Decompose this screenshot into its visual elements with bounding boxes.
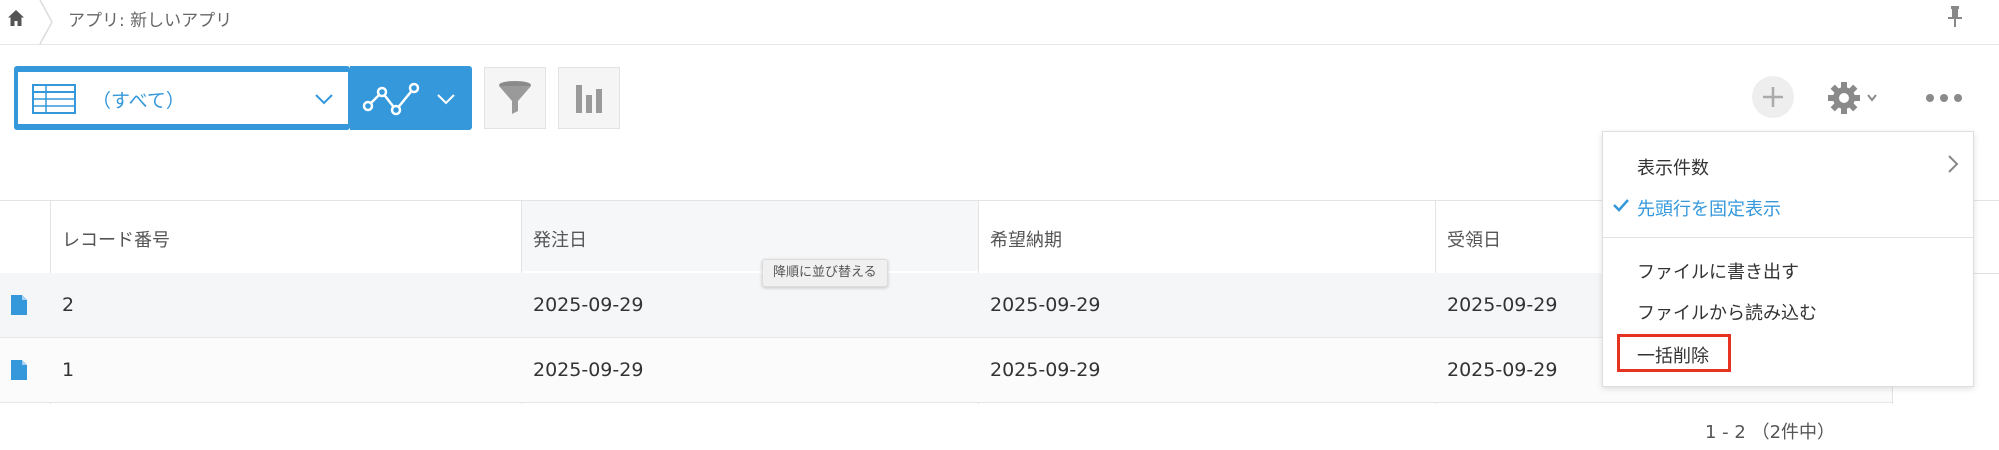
filter-icon [499, 81, 531, 114]
filter-button[interactable] [484, 67, 546, 129]
options-menu: 表示件数 先頭行を固定表示 ファイルに書き出す ファイルから読み込む 一括削除 [1602, 131, 1974, 387]
check-icon [1613, 199, 1629, 212]
pagination-text: 1 - 2 （2件中） [1705, 422, 1836, 443]
header-record-no[interactable]: レコード番号 [62, 226, 170, 252]
highlight-box [1617, 334, 1731, 372]
home-button[interactable] [0, 0, 32, 36]
breadcrumb-separator [39, 0, 53, 44]
pin-icon[interactable] [1944, 4, 1966, 28]
menu-divider [1603, 237, 1973, 238]
chevron-right-icon [1948, 155, 1959, 173]
cell-order-date: 2025-09-29 [533, 294, 644, 316]
more-icon[interactable] [1922, 86, 1966, 110]
sort-tooltip: 降順に並び替える [762, 259, 888, 287]
header-received-date[interactable]: 受領日 [1447, 226, 1501, 252]
bar-chart-icon [576, 85, 602, 113]
home-icon [8, 10, 24, 26]
cell-record-no: 2 [62, 294, 75, 316]
chart-button[interactable] [558, 67, 620, 129]
cell-record-no: 1 [62, 359, 75, 381]
breadcrumb-bar: アプリ: 新しいアプリ [0, 0, 1999, 45]
chevron-down-icon [315, 94, 333, 105]
gear-icon[interactable] [1826, 80, 1888, 116]
cell-delivery-date: 2025-09-29 [990, 359, 1101, 381]
document-icon[interactable] [10, 294, 28, 316]
cell-received-date: 2025-09-29 [1447, 294, 1558, 316]
cell-received-date: 2025-09-29 [1447, 359, 1558, 381]
menu-item-export-file[interactable]: ファイルに書き出す [1637, 258, 1799, 284]
sort-hover-area[interactable] [522, 201, 978, 271]
view-selector-label: （すべて） [92, 90, 185, 112]
header-delivery-date[interactable]: 希望納期 [990, 226, 1062, 252]
cell-delivery-date: 2025-09-29 [990, 294, 1101, 316]
cell-order-date: 2025-09-29 [533, 359, 644, 381]
add-record-button[interactable] [1752, 76, 1794, 118]
chevron-down-icon [437, 94, 455, 105]
breadcrumb-app-path[interactable]: アプリ: 新しいアプリ [68, 6, 232, 31]
header-order-date[interactable]: 発注日 [533, 226, 587, 252]
document-icon[interactable] [10, 359, 28, 381]
menu-item-import-file[interactable]: ファイルから読み込む [1637, 299, 1817, 325]
table-view-icon [32, 84, 76, 114]
graph-icon [362, 82, 420, 116]
plus-icon [1763, 87, 1783, 107]
menu-item-freeze-header[interactable]: 先頭行を固定表示 [1637, 195, 1781, 221]
menu-item-display-count[interactable]: 表示件数 [1637, 154, 1709, 180]
